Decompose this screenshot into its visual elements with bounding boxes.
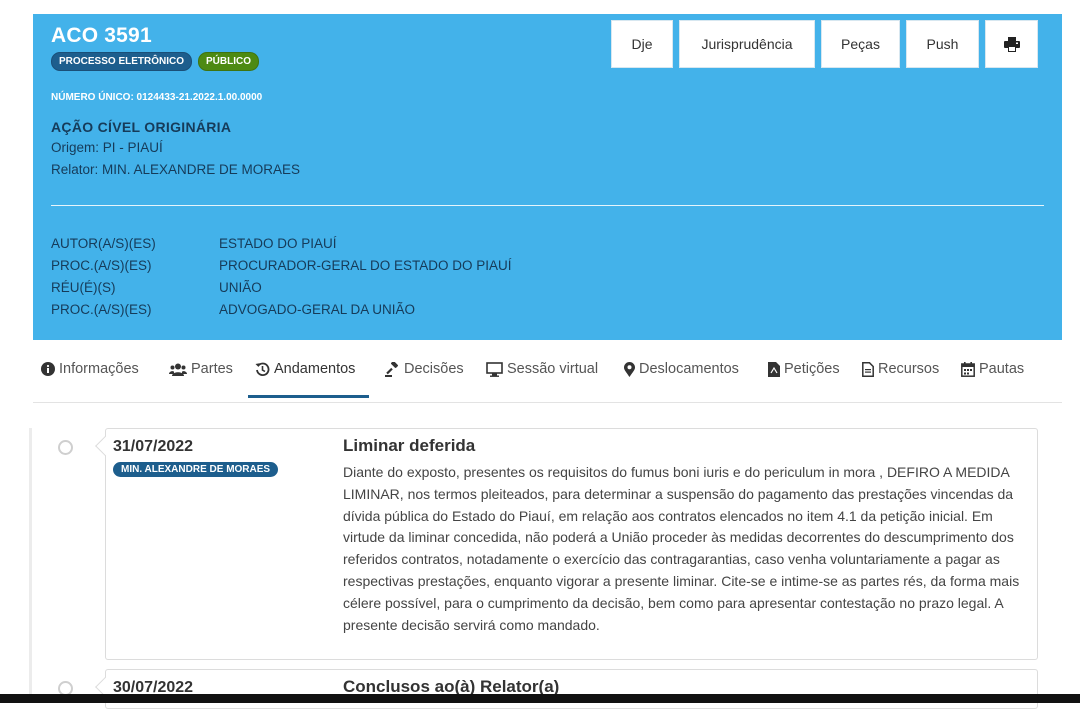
- timeline-line: [29, 428, 32, 703]
- printer-icon: [1003, 36, 1020, 52]
- map-marker-icon: [624, 361, 635, 377]
- bottom-bar: [0, 694, 1080, 703]
- history-icon: [255, 362, 270, 376]
- dje-button[interactable]: Dje: [611, 20, 673, 68]
- tab-recursos[interactable]: Recursos: [862, 361, 939, 377]
- tab-andamentos[interactable]: Andamentos: [255, 361, 355, 377]
- eletronico-badge: PROCESSO ELETRÔNICO: [51, 52, 193, 71]
- tab-label: Recursos: [878, 361, 940, 377]
- tab-pautas[interactable]: Pautas: [961, 361, 1024, 377]
- process-badges: PROCESSO ELETRÔNICO PÚBLICO: [51, 52, 260, 71]
- process-header: ACO 3591 PROCESSO ELETRÔNICO PÚBLICO NÚM…: [33, 14, 1062, 340]
- users-icon: [169, 363, 187, 376]
- tab-label: Andamentos: [274, 361, 356, 377]
- tab-deslocamentos[interactable]: Deslocamentos: [624, 361, 739, 377]
- tab-label: Partes: [191, 361, 233, 377]
- partes-list: AUTOR(A/S)(ES) ESTADO DO PIAUÍ PROC.(A/S…: [51, 233, 512, 321]
- parte-tipo: RÉU(É)(S): [51, 280, 116, 295]
- push-button[interactable]: Push: [906, 20, 979, 68]
- pdf-file-icon: [768, 361, 780, 377]
- info-icon: [41, 362, 55, 376]
- parte-nome: UNIÃO: [219, 280, 262, 295]
- header-actions: Dje Jurisprudência Peças Push: [611, 20, 1038, 68]
- andamento-date: 31/07/2022: [113, 438, 194, 455]
- timeline-dot: [58, 440, 73, 455]
- process-tabs: Informações Partes Andamentos Decisões S…: [33, 340, 1062, 403]
- parte-nome: ADVOGADO-GERAL DA UNIÃO: [219, 302, 416, 317]
- parte-nome: PROCURADOR-GERAL DO ESTADO DO PIAUÍ: [219, 258, 512, 273]
- andamento-card: 30/07/2022 Conclusos ao(à) Relator(a): [95, 669, 1038, 709]
- tab-informacoes[interactable]: Informações: [41, 361, 139, 377]
- tab-partes[interactable]: Partes: [169, 361, 233, 377]
- jurisprudencia-button[interactable]: Jurisprudência: [679, 20, 815, 68]
- tab-sessao-virtual[interactable]: Sessão virtual: [486, 361, 598, 377]
- andamento-title: Liminar deferida: [343, 436, 476, 455]
- parte-tipo: AUTOR(A/S)(ES): [51, 236, 156, 251]
- gavel-icon: [385, 361, 398, 377]
- calendar-icon: [961, 361, 975, 377]
- tab-label: Deslocamentos: [639, 361, 739, 377]
- file-icon: [862, 361, 874, 377]
- parte-row: PROC.(A/S)(ES) ADVOGADO-GERAL DA UNIÃO: [51, 299, 512, 321]
- ministro-badge: MIN. ALEXANDRE DE MORAES: [113, 462, 279, 477]
- tab-label: Sessão virtual: [507, 361, 599, 377]
- tab-peticoes[interactable]: Petições: [768, 361, 840, 377]
- parte-row: RÉU(É)(S) UNIÃO: [51, 277, 512, 299]
- tab-label: Petições: [784, 361, 840, 377]
- parte-nome: ESTADO DO PIAUÍ: [219, 236, 337, 251]
- andamento-card: 31/07/2022 MIN. ALEXANDRE DE MORAES Limi…: [95, 428, 1038, 660]
- process-rapporteur: Relator: MIN. ALEXANDRE DE MORAES: [51, 162, 301, 177]
- active-tab-indicator: [248, 395, 369, 398]
- tab-label: Pautas: [979, 361, 1025, 377]
- process-origin: Origem: PI - PIAUÍ: [51, 140, 163, 155]
- tab-decisoes[interactable]: Decisões: [385, 361, 464, 377]
- process-title: ACO 3591: [51, 24, 152, 47]
- andamento-description: Diante do exposto, presentes os requisit…: [343, 464, 1020, 633]
- tab-label: Informações: [59, 361, 139, 377]
- parte-row: AUTOR(A/S)(ES) ESTADO DO PIAUÍ: [51, 233, 512, 255]
- numero-unico: NÚMERO ÚNICO: 0124433-21.2022.1.00.0000: [51, 92, 263, 103]
- parte-tipo: PROC.(A/S)(ES): [51, 302, 152, 317]
- print-button[interactable]: [985, 20, 1038, 68]
- parte-row: PROC.(A/S)(ES) PROCURADOR-GERAL DO ESTAD…: [51, 255, 512, 277]
- header-divider: [51, 205, 1044, 206]
- pecas-button[interactable]: Peças: [821, 20, 900, 68]
- publico-badge: PÚBLICO: [198, 52, 260, 71]
- tab-label: Decisões: [404, 361, 464, 377]
- process-class: AÇÃO CÍVEL ORIGINÁRIA: [51, 119, 232, 135]
- monitor-icon: [486, 361, 503, 377]
- parte-tipo: PROC.(A/S)(ES): [51, 258, 152, 273]
